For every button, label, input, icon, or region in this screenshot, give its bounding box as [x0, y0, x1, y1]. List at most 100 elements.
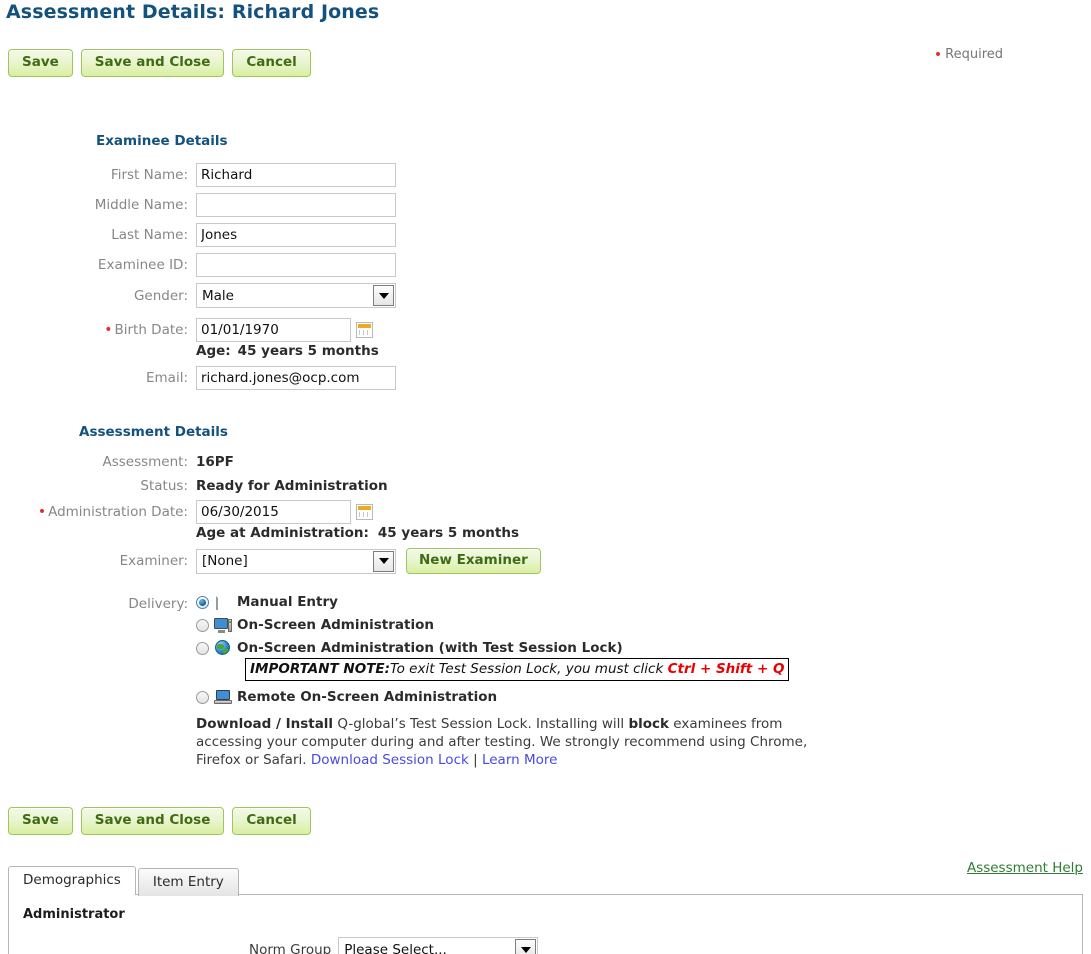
save-and-close-button-bottom[interactable]: Save and Close	[80, 807, 225, 835]
required-asterisk-icon: •	[104, 322, 113, 338]
delivery-row: Delivery: Manual Entry On-Screen Adminis…	[0, 593, 836, 769]
examinee-id-row: Examinee ID:	[0, 253, 396, 277]
important-note-keys: Ctrl + Shift + Q	[667, 661, 785, 677]
first-name-input[interactable]	[196, 163, 396, 187]
download-install-info: Download / Install Q-global’s Test Sessi…	[196, 715, 836, 769]
birth-date-input[interactable]	[196, 318, 351, 342]
tab-panel-demographics: Administrator Norm Group Please Select..…	[8, 894, 1083, 954]
globe-icon	[214, 640, 232, 656]
gender-row: Gender: Male	[0, 283, 396, 308]
top-toolbar: Save Save and Close Cancel	[8, 49, 311, 77]
age-label: Age:	[196, 343, 231, 359]
birth-date-label-text: Birth Date:	[114, 322, 188, 338]
birth-date-row: • Birth Date:	[0, 318, 373, 342]
last-name-row: Last Name:	[0, 223, 396, 247]
calendar-icon[interactable]	[356, 322, 373, 338]
save-and-close-button-top[interactable]: Save and Close	[80, 49, 225, 77]
gender-select[interactable]: Male	[196, 283, 396, 308]
important-note-body: To exit Test Session Lock, you must clic…	[390, 661, 668, 677]
cancel-button-top[interactable]: Cancel	[232, 49, 311, 77]
email-label: Email:	[145, 370, 188, 386]
tab-item-entry[interactable]: Item Entry	[137, 868, 239, 896]
chevron-down-icon[interactable]	[515, 939, 537, 954]
required-legend-label: Required	[945, 47, 1003, 62]
cancel-button-bottom[interactable]: Cancel	[232, 807, 311, 835]
examinee-details-heading: Examinee Details	[96, 133, 228, 149]
tab-list: Demographics Item Entry	[8, 866, 1083, 896]
save-button-top[interactable]: Save	[8, 49, 73, 77]
assessment-value: 16PF	[196, 454, 234, 470]
document-icon	[214, 593, 232, 610]
page-title: Assessment Details: Richard Jones	[6, 1, 380, 23]
assessment-details-heading: Assessment Details	[79, 424, 228, 440]
last-name-label: Last Name:	[111, 227, 188, 243]
examinee-id-input[interactable]	[196, 253, 396, 277]
examinee-id-label: Examinee ID:	[97, 257, 188, 273]
delivery-option-remote-on-screen[interactable]: Remote On-Screen Administration	[196, 689, 836, 705]
laptop-icon	[214, 689, 232, 705]
age-spacer: .	[0, 343, 196, 359]
calendar-icon[interactable]	[356, 504, 373, 520]
required-asterisk-icon: •	[37, 504, 47, 520]
delivery-option-label: Manual Entry	[237, 594, 338, 610]
radio-remote-on-screen-administration[interactable]	[196, 690, 209, 704]
learn-more-link[interactable]: Learn More	[482, 752, 558, 768]
new-examiner-button[interactable]: New Examiner	[406, 548, 541, 574]
status-label: Status:	[140, 478, 188, 494]
chevron-down-icon[interactable]	[373, 550, 394, 572]
last-name-input[interactable]	[196, 223, 396, 247]
email-input[interactable]	[196, 366, 396, 390]
download-install-text-1: Q-global’s Test Session Lock. Installing…	[333, 716, 629, 732]
middle-name-row: Middle Name:	[0, 193, 396, 217]
examiner-label: Examiner:	[119, 553, 188, 569]
administration-date-label-text: Administration Date:	[48, 504, 188, 520]
middle-name-label: Middle Name:	[94, 197, 188, 213]
delivery-label: Delivery:	[128, 596, 188, 612]
save-button-bottom[interactable]: Save	[8, 807, 73, 835]
important-note: IMPORTANT NOTE:To exit Test Session Lock…	[245, 658, 790, 681]
delivery-option-label: On-Screen Administration (with Test Sess…	[237, 640, 623, 656]
norm-group-selected-value: Please Select...	[344, 941, 447, 954]
examiner-selected-value: [None]	[202, 553, 248, 569]
status-row: Status: Ready for Administration	[0, 478, 388, 494]
important-note-lead: IMPORTANT NOTE:	[250, 661, 391, 677]
download-install-lead: Download / Install	[196, 716, 334, 732]
delivery-option-on-screen-lock[interactable]: On-Screen Administration (with Test Sess…	[196, 640, 836, 656]
birth-date-label: • Birth Date:	[0, 322, 196, 338]
link-separator: |	[468, 752, 482, 768]
examiner-select[interactable]: [None]	[196, 548, 396, 574]
desktop-computer-icon	[214, 617, 232, 633]
tab-demographics[interactable]: Demographics	[8, 866, 136, 895]
required-legend: • Required	[934, 47, 1003, 62]
chevron-down-icon[interactable]	[373, 285, 394, 306]
radio-on-screen-administration-lock[interactable]	[196, 641, 209, 655]
delivery-option-manual-entry[interactable]: Manual Entry	[196, 593, 836, 610]
age-row: . Age: 45 years 5 months	[0, 343, 379, 359]
gender-label: Gender:	[133, 287, 188, 304]
download-session-lock-link[interactable]: Download Session Lock	[311, 752, 469, 768]
first-name-label: First Name:	[110, 167, 188, 183]
middle-name-input[interactable]	[196, 193, 396, 217]
age-at-administration-label: Age at Administration:	[196, 525, 369, 541]
age-at-administration-value: 45 years 5 months	[377, 525, 519, 541]
delivery-option-label: Remote On-Screen Administration	[237, 689, 498, 705]
age-at-administration-spacer: .	[0, 525, 196, 541]
important-note-container: IMPORTANT NOTE:To exit Test Session Lock…	[245, 658, 836, 681]
status-value: Ready for Administration	[196, 478, 388, 494]
administrator-heading: Administrator	[23, 907, 125, 922]
administration-date-row: • Administration Date:	[0, 500, 373, 524]
required-asterisk-icon: •	[933, 46, 943, 63]
radio-on-screen-administration[interactable]	[196, 618, 209, 632]
email-row: Email:	[0, 366, 396, 390]
age-at-administration-row: . Age at Administration: 45 years 5 mont…	[0, 525, 519, 541]
administration-date-input[interactable]	[196, 500, 351, 524]
norm-group-label: Norm Group	[249, 941, 332, 954]
delivery-option-on-screen[interactable]: On-Screen Administration	[196, 617, 836, 633]
assessment-row: Assessment: 16PF	[0, 454, 234, 470]
age-value: 45 years 5 months	[237, 343, 379, 359]
bottom-toolbar: Save Save and Close Cancel	[8, 807, 311, 835]
norm-group-select[interactable]: Please Select...	[338, 937, 539, 954]
tabs-section: Demographics Item Entry Administrator No…	[8, 866, 1083, 954]
administration-date-label: • Administration Date:	[0, 504, 196, 520]
radio-manual-entry[interactable]	[196, 595, 209, 609]
